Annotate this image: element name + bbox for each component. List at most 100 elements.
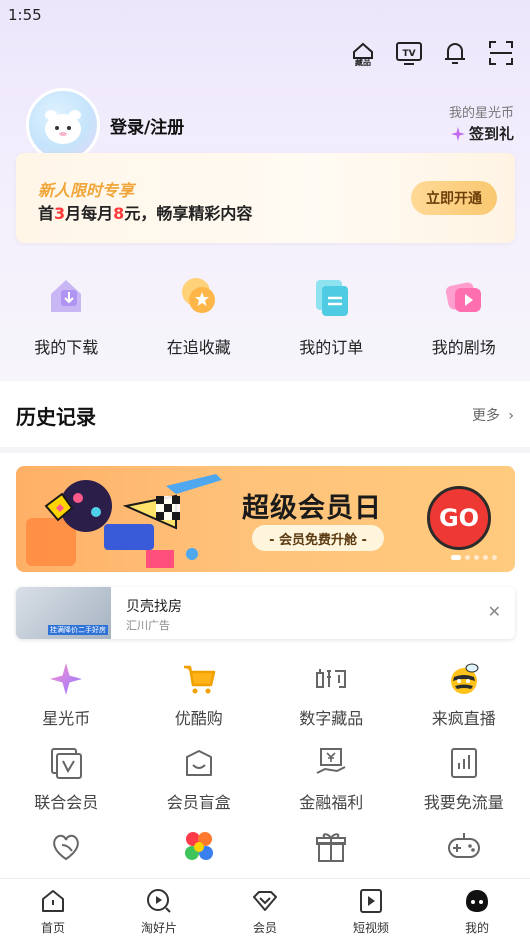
tv-button[interactable]: TV (394, 38, 424, 68)
tab-discover[interactable]: 淘好片 (106, 879, 212, 948)
quick-link-label: 我的剧场 (431, 338, 496, 357)
quick-link-theater[interactable]: 我的剧场 (398, 272, 530, 358)
favorite-icon (181, 278, 215, 313)
service-label: 联合会员 (34, 793, 99, 812)
status-time: 1:55 (8, 6, 42, 24)
quick-link-label: 我的下载 (34, 338, 99, 357)
tab-profile[interactable]: 我的 (424, 879, 530, 948)
collection-badge: 藏品 (355, 57, 371, 67)
desc-mid: 月每月 (65, 204, 114, 223)
promo-illustration-icon (26, 474, 222, 568)
star-coin-icon (50, 663, 83, 695)
profile-icon (466, 890, 488, 912)
tab-label: 短视频 (352, 921, 389, 935)
gamepad-icon (447, 833, 480, 858)
carousel-dot (474, 555, 479, 560)
data-free-icon (450, 748, 477, 778)
quick-links: 我的下载 在追收藏 我的订单 我的剧场 (0, 272, 530, 358)
service-label: 来疯直播 (431, 709, 496, 728)
service-finance[interactable]: 金融福利 (265, 745, 398, 829)
carousel-dot-active (451, 555, 461, 560)
desc-months: 3 (54, 204, 66, 223)
tab-short-video[interactable]: 短视频 (318, 879, 424, 948)
service-label: 数字藏品 (299, 709, 364, 728)
history-section: 历史记录 更多 › (0, 381, 530, 447)
heart-leaf-icon (53, 834, 80, 861)
blind-box-icon (185, 750, 212, 776)
desc-price: 8 (113, 204, 125, 223)
star-coin-label: 我的星光币 (448, 106, 514, 121)
tab-label: 会员 (252, 921, 277, 935)
quick-link-download[interactable]: 我的下载 (0, 272, 133, 358)
services-card: 超级会员日 - 会员免费升舱 - GO 挂满降价二手好房 贝壳找房 汇川广告 ✕ (0, 453, 530, 878)
login-register-link[interactable]: 登录/注册 (110, 113, 184, 138)
service-data-free[interactable]: 我要免流量 (398, 745, 530, 829)
history-more-link[interactable]: 更多 › (472, 405, 514, 425)
tab-label: 首页 (40, 921, 65, 935)
scan-icon (489, 41, 513, 65)
vip-offer-tag: 新人限时专享 (38, 181, 135, 200)
collection-icon: 藏品 (353, 42, 373, 67)
mascot-avatar-icon (45, 110, 81, 144)
gift-icon (316, 833, 347, 862)
cart-icon (183, 665, 215, 694)
ad-thumbnail-caption: 挂满降价二手好房 (48, 625, 108, 635)
carousel-dot (492, 555, 497, 560)
tab-home[interactable]: 首页 (0, 879, 106, 948)
download-icon (51, 280, 82, 312)
bee-icon (450, 663, 479, 694)
star-coin-panel[interactable]: 我的星光币 签到礼 (449, 102, 514, 144)
service-live-stream[interactable]: 来疯直播 (398, 661, 530, 745)
avatar[interactable] (26, 88, 100, 162)
service-youku-shop[interactable]: 优酷购 (133, 661, 266, 745)
service-star-coin[interactable]: 星光币 (0, 661, 133, 745)
promo-banner[interactable]: 超级会员日 - 会员免费升舱 - GO (16, 466, 515, 572)
notification-button[interactable] (440, 38, 470, 68)
profile-section: 登录/注册 (26, 88, 184, 162)
quick-link-label: 我的订单 (299, 338, 364, 357)
history-more-label: 更多 (471, 408, 500, 424)
open-vip-button[interactable]: 立即开通 (411, 181, 497, 215)
services-grid: 星光币 优酷购 数字藏品 来疯直播 联合会员 会员盲盒 金融福利 我要免流量 (0, 661, 530, 913)
quick-link-orders[interactable]: 我的订单 (265, 272, 398, 358)
ad-thumbnail: 挂满降价二手好房 (16, 587, 111, 639)
bell-icon (445, 43, 465, 64)
promo-title: 超级会员日 (242, 493, 382, 524)
tv-badge: TV (402, 49, 415, 59)
sign-in-gift[interactable]: 签到礼 (449, 123, 514, 144)
joint-member-icon (51, 748, 83, 779)
short-video-icon (360, 889, 382, 913)
collection-button[interactable]: 藏品 (348, 38, 378, 68)
top-actions: 藏品 TV (348, 38, 516, 68)
service-blind-box[interactable]: 会员盲盒 (133, 745, 266, 829)
service-label: 金融福利 (299, 793, 364, 812)
close-icon[interactable]: ✕ (488, 602, 501, 621)
history-title: 历史记录 (16, 405, 96, 429)
tv-icon: TV (396, 42, 422, 65)
tab-label: 我的 (464, 921, 489, 935)
scan-button[interactable] (486, 38, 516, 68)
vip-offer-banner[interactable]: 新人限时专享 首3月每月8元，畅享精彩内容 立即开通 (16, 153, 515, 243)
ad-card[interactable]: 挂满降价二手好房 贝壳找房 汇川广告 ✕ (16, 587, 515, 639)
sparkle-icon (450, 126, 465, 141)
sign-in-label: 签到礼 (468, 125, 514, 143)
vip-icon (253, 891, 277, 911)
chevron-right-icon: › (508, 408, 514, 424)
discover-icon (147, 889, 171, 913)
service-label: 优酷购 (174, 709, 223, 728)
quick-link-favorites[interactable]: 在追收藏 (133, 272, 266, 358)
game-blocks-icon (184, 832, 213, 860)
promo-go-button[interactable]: GO (427, 486, 491, 550)
desc-suffix: 元，畅享精彩内容 (124, 204, 253, 223)
service-digital-collection[interactable]: 数字藏品 (265, 661, 398, 745)
desc-prefix: 首 (38, 204, 55, 223)
ad-source: 汇川广告 (126, 619, 170, 632)
bottom-tab-bar: 首页 淘好片 会员 短视频 我的 (0, 878, 530, 948)
service-joint-member[interactable]: 联合会员 (0, 745, 133, 829)
tab-vip[interactable]: 会员 (212, 879, 318, 948)
vip-offer-description: 首3月每月8元，畅享精彩内容 (38, 200, 252, 224)
tab-label: 淘好片 (140, 921, 177, 935)
home-icon (42, 890, 64, 912)
service-label: 会员盲盒 (166, 793, 231, 812)
theater-icon (445, 282, 481, 312)
